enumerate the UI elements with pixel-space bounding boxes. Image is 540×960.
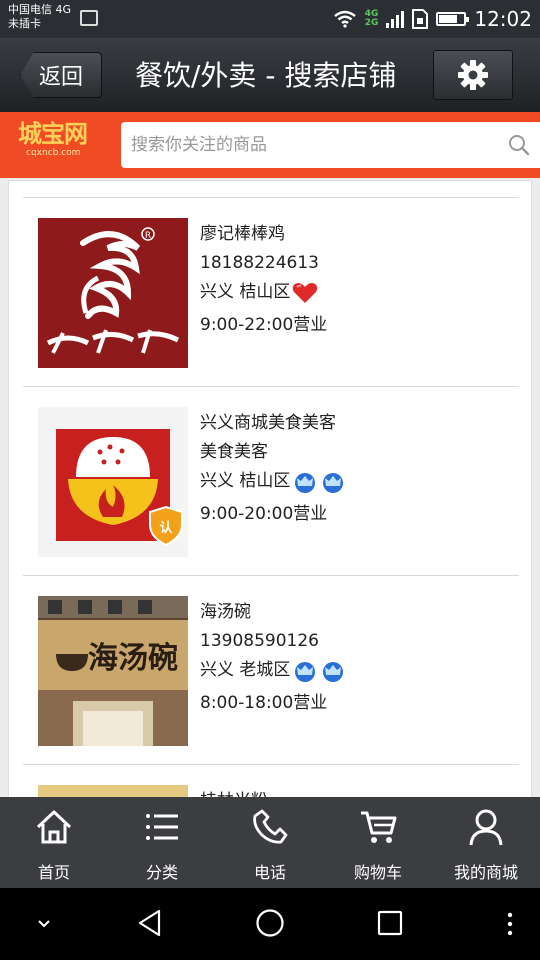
more-options-icon[interactable] [505, 910, 515, 942]
nav-my-mall[interactable]: 我的商城 [432, 797, 540, 888]
signal-icon [386, 10, 405, 28]
crown-icon [323, 472, 344, 493]
shop-hours: 8:00-18:00营业 [200, 693, 328, 713]
recent-apps-icon[interactable] [376, 909, 404, 941]
shop-phone: 13908590126 [200, 631, 319, 651]
shop-thumbnail[interactable]: 海汤碗 [38, 596, 188, 746]
cart-icon [361, 811, 397, 843]
shop-phone: 18188224613 [200, 253, 319, 273]
chevron-down-icon[interactable] [34, 914, 54, 938]
home-circle-icon[interactable] [255, 908, 285, 942]
shop-location-row: 兴义 桔山区 [200, 467, 346, 496]
nav-category[interactable]: 分类 [108, 797, 216, 888]
user-icon [469, 809, 503, 846]
shop-info: 廖记棒棒鸡 18188224613 兴义 桔山区 9:00-22:00营业 [200, 220, 327, 340]
shop-location: 兴义 桔山区 [200, 471, 291, 491]
search-icon[interactable] [508, 134, 530, 156]
haitangwan-storefront-image: 海汤碗 [38, 596, 188, 746]
status-bar: 中国电信 4G 未插卡 4G 2G 12:02 [0, 0, 540, 38]
shop-location-row: 兴义 桔山区 [200, 278, 327, 307]
phone-icon [253, 809, 288, 844]
shop-name: 海汤碗 [200, 602, 251, 622]
site-logo[interactable]: 城宝网 cqxncb.com [18, 120, 102, 170]
sim-card-icon [412, 9, 429, 29]
crown-icon [295, 472, 316, 493]
back-triangle-icon[interactable] [135, 908, 165, 942]
shop-info: 海汤碗 13908590126 兴义 老城区 8:00-18:00营业 [200, 598, 346, 718]
meishi-logo-image: 认 [38, 407, 188, 557]
shop-name: 廖记棒棒鸡 [200, 224, 285, 244]
liaoji-logo-image: R [38, 218, 188, 368]
page-title: 餐饮/外卖 - 搜索店铺 [135, 59, 397, 92]
nav-label: 分类 [145, 863, 178, 882]
status-bar-right: 4G 2G 12:02 [333, 0, 532, 38]
network-2g-label: 2G [364, 18, 379, 28]
network-type: 4G 2G [365, 10, 379, 28]
list-item[interactable]: 认 兴义商城美食美客 美食美客 兴义 桔山区 9:00-20:00营业 [9, 387, 533, 575]
svg-text:海汤碗: 海汤碗 [88, 641, 178, 676]
title-bar: 返回 餐饮/外卖 - 搜索店铺 [0, 38, 540, 112]
bottom-nav: 首页 分类 电话 购物车 我的商城 [0, 797, 540, 888]
svg-text:认: 认 [159, 520, 173, 536]
list-item[interactable]: 海汤碗 海汤碗 13908590126 兴义 老城区 8:00-18:00营业 [9, 576, 533, 764]
carrier-info: 中国电信 4G 未插卡 [8, 3, 71, 31]
nav-phone[interactable]: 电话 [216, 797, 324, 888]
settings-button[interactable] [433, 50, 513, 100]
battery-icon [436, 12, 470, 26]
shop-subtitle: 美食美客 [200, 442, 268, 462]
screenshot-notification-icon [80, 10, 98, 26]
crown-icon [295, 661, 316, 682]
home-icon [36, 810, 72, 844]
system-nav-bar [0, 888, 540, 960]
search-bar: 城宝网 cqxncb.com [0, 112, 540, 178]
gear-icon [458, 60, 488, 90]
logo-text: 城宝网 [18, 120, 88, 148]
back-button[interactable]: 返回 [20, 52, 102, 98]
shop-list-card: R 廖记棒棒鸡 18188224613 兴义 桔山区 9:00-22:00营业 … [8, 180, 532, 798]
heart-icon [293, 282, 318, 303]
nav-label: 首页 [37, 863, 70, 882]
shop-thumbnail[interactable]: R [38, 218, 188, 368]
nav-label: 我的商城 [453, 863, 518, 882]
shop-thumbnail[interactable]: 认 [38, 407, 188, 557]
shop-info: 兴义商城美食美客 美食美客 兴义 桔山区 9:00-20:00营业 [200, 409, 346, 529]
list-icon [146, 814, 178, 840]
shop-hours: 9:00-22:00营业 [200, 315, 328, 335]
search-input[interactable] [121, 122, 540, 168]
wifi-icon [333, 10, 356, 28]
shop-list[interactable]: R 廖记棒棒鸡 18188224613 兴义 桔山区 9:00-22:00营业 … [0, 178, 540, 798]
svg-text:R: R [145, 231, 151, 241]
nav-label: 购物车 [353, 863, 402, 882]
clock: 12:02 [474, 7, 532, 31]
shop-name: 兴义商城美食美客 [200, 413, 336, 433]
shop-location: 兴义 桔山区 [200, 282, 291, 302]
list-item[interactable]: R 廖记棒棒鸡 18188224613 兴义 桔山区 9:00-22:00营业 [9, 198, 533, 386]
carrier-name: 中国电信 4G [8, 3, 72, 16]
shop-location-row: 兴义 老城区 [200, 656, 346, 685]
logo-domain: cqxncb.com [26, 148, 81, 158]
nav-label: 电话 [253, 863, 286, 882]
crown-icon [323, 661, 344, 682]
nav-cart[interactable]: 购物车 [324, 797, 432, 888]
sim-status: 未插卡 [8, 17, 41, 30]
shop-hours: 9:00-20:00营业 [200, 504, 328, 524]
nav-home[interactable]: 首页 [0, 797, 108, 888]
list-item[interactable]: 桂林米粉 [9, 765, 533, 798]
shop-location: 兴义 老城区 [200, 660, 291, 680]
